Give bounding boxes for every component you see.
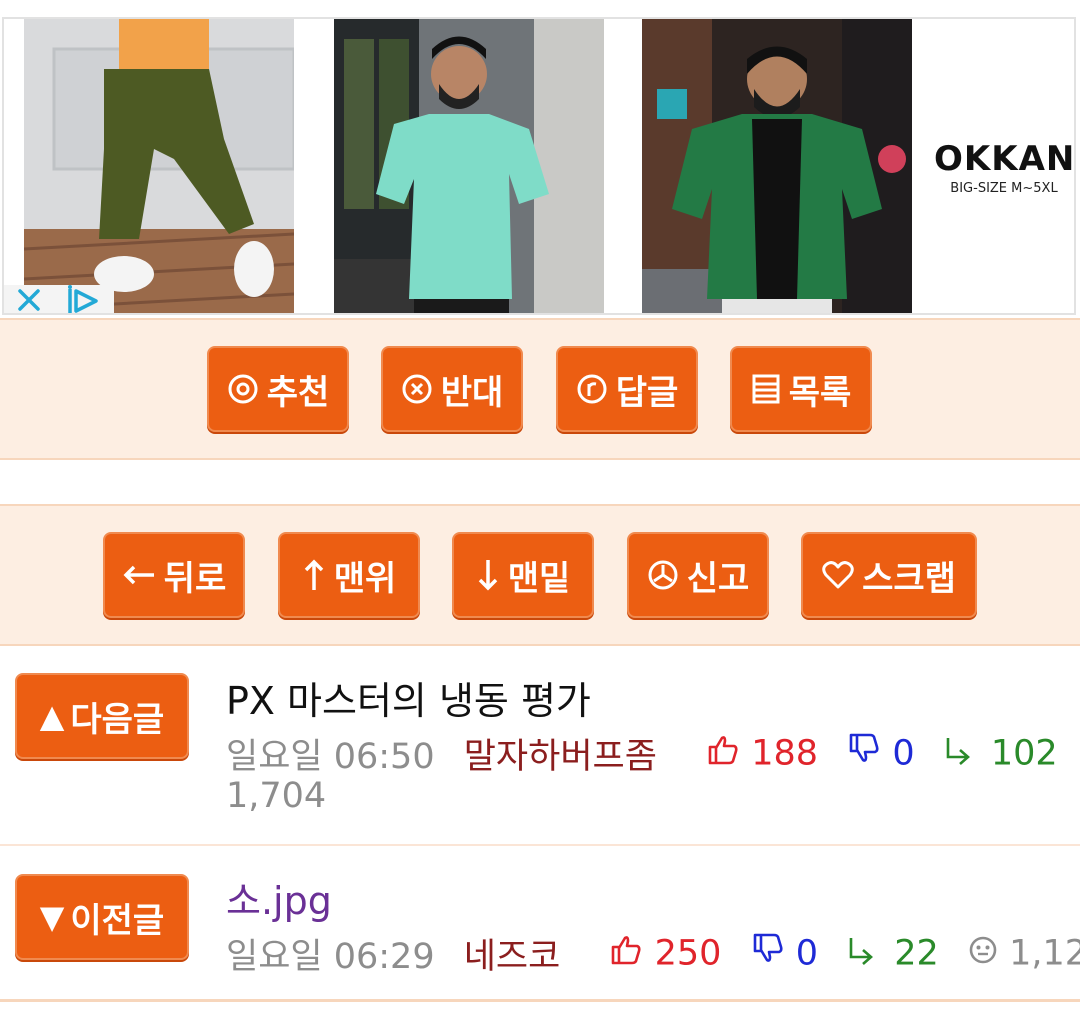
arrow-down-icon [476,558,500,592]
heart-icon [822,560,854,590]
previous-post-row[interactable]: ▼ 이전글 소.jpg 일요일 06:29 네즈코 250 0 22 1,125 [0,846,1080,1002]
ad-brand-logo[interactable]: OKKANE BIG-SIZE M~5XL [934,139,1074,196]
list-icon [751,373,781,405]
ad-photo-jacket[interactable] [642,19,912,313]
post-time: 일요일 06:29 [226,937,435,977]
back-button[interactable]: 뒤로 [103,532,245,618]
recommend-button[interactable]: 추천 [207,346,349,432]
reply-button[interactable]: 답글 [556,346,698,432]
next-post-label: 다음글 [70,699,165,740]
top-label: 맨위 [333,558,397,599]
reply-arrow-icon [944,734,980,774]
oppose-button[interactable]: 반대 [381,346,523,432]
arrow-up-icon [302,558,326,592]
view-count: 1,125 [1009,933,1080,974]
recommend-label: 추천 [266,372,330,413]
bottom-label: 맨밑 [507,558,571,599]
triangle-down-icon: ▼ [39,898,65,936]
bottom-button[interactable]: 맨밑 [452,532,594,618]
upvote-count: 188 [751,733,819,774]
post-title[interactable]: 소.jpg [226,870,332,925]
list-button[interactable]: 목록 [730,346,872,432]
oppose-label: 반대 [440,372,504,413]
reply-count: 22 [894,933,939,974]
post-time: 일요일 06:50 [226,737,435,777]
next-post-row[interactable]: ▲ 다음글 PX 마스터의 냉동 평가 일요일 06:50 말자하버프좀 188… [0,646,1080,846]
downvote-count: 0 [795,933,818,974]
views-icon [968,934,998,974]
thumbs-up-icon [706,732,740,775]
arrow-left-icon [122,563,156,587]
report-label: 신고 [686,558,750,599]
thumbs-up-icon [609,932,643,975]
downvote-count: 0 [892,733,915,774]
triangle-up-icon: ▲ [39,697,65,735]
ad-frame[interactable]: OKKANE BIG-SIZE M~5XL [2,17,1076,315]
list-label: 목록 [788,372,852,413]
post-meta: 일요일 06:29 네즈코 250 0 22 1,125 [226,928,1080,979]
post-meta: 일요일 06:50 말자하버프좀 188 0 102 [226,728,1080,779]
next-post-button[interactable]: ▲ 다음글 [15,673,189,759]
view-count: 1,704 [226,776,327,816]
oppose-icon [401,373,433,405]
post-author[interactable]: 말자하버프좀 [464,737,657,777]
ad-choices-icon[interactable] [64,285,104,313]
ad-banner[interactable]: OKKANE BIG-SIZE M~5XL [0,0,1080,318]
thumbs-down-icon [847,732,881,775]
reply-arrow-icon [847,934,883,974]
previous-post-button[interactable]: ▼ 이전글 [15,874,189,960]
ad-photo-pants[interactable] [24,19,294,313]
upvote-count: 250 [654,933,722,974]
scrap-button[interactable]: 스크랩 [801,532,977,618]
top-button[interactable]: 맨위 [278,532,420,618]
previous-post-label: 이전글 [70,900,165,941]
scrap-label: 스크랩 [862,558,956,599]
ad-close-icon[interactable] [12,285,46,313]
page-nav-bar: 뒤로 맨위 맨밑 신고 스크랩 [0,504,1080,646]
reply-icon [576,373,608,405]
reply-label: 답글 [615,372,679,413]
ad-controls [4,285,114,313]
thumbs-down-icon [751,932,785,975]
report-button[interactable]: 신고 [627,532,769,618]
ad-brand-tagline: BIG-SIZE M~5XL [950,181,1058,196]
report-icon [647,559,679,591]
post-title[interactable]: PX 마스터의 냉동 평가 [226,670,591,725]
reply-count: 102 [990,733,1058,774]
post-author[interactable]: 네즈코 [464,937,561,977]
back-label: 뒤로 [163,558,227,599]
ad-brand-name: OKKANE [934,139,1076,179]
recommend-icon [227,373,259,405]
post-action-bar: 추천 반대 답글 목록 [0,318,1080,460]
ad-photo-tshirt[interactable] [334,19,604,313]
